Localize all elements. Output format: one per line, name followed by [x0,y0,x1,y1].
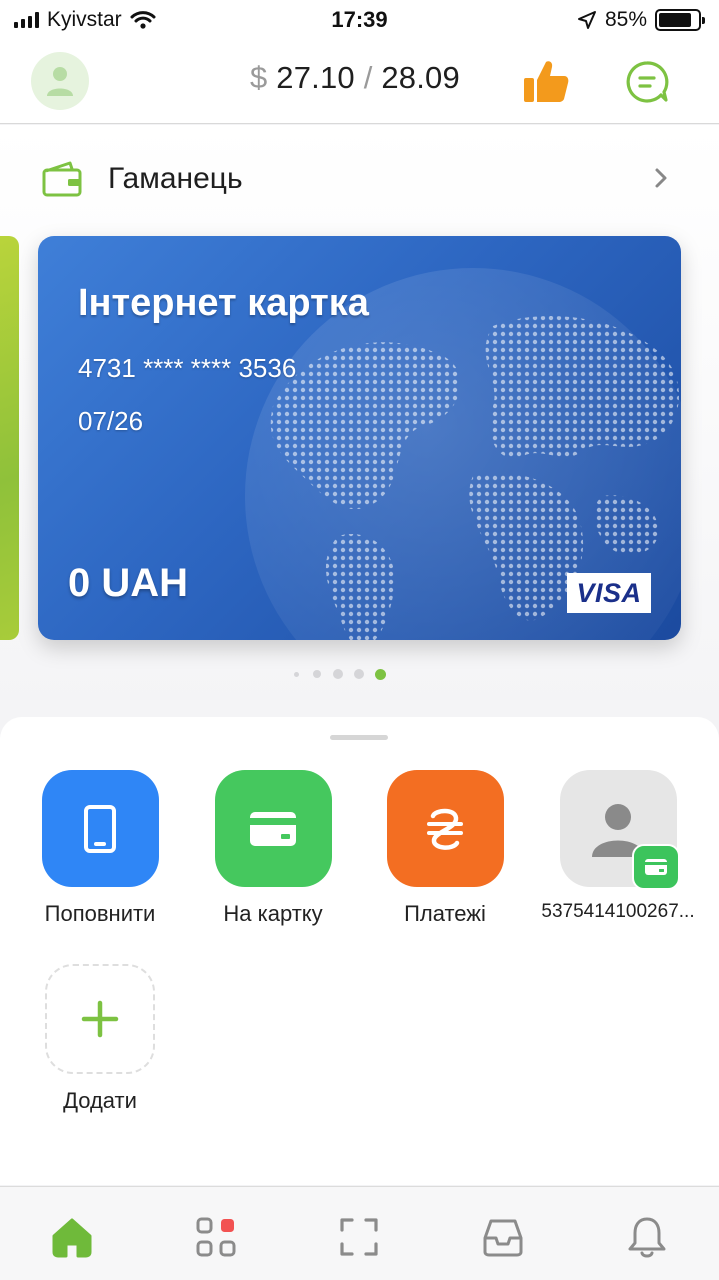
bank-card[interactable]: Інтернет картка 4731 **** **** 3536 07/2… [38,236,681,640]
action-top-up[interactable]: Поповнити [15,770,185,927]
page-dot[interactable] [354,669,364,679]
rate-sell: 28.09 [381,60,460,95]
add-button[interactable] [45,964,155,1074]
tab-services[interactable] [192,1213,240,1261]
phone-icon [84,804,116,853]
wallet-title: Гаманець [108,162,243,195]
chat-icon[interactable] [625,60,669,104]
profile-avatar[interactable] [31,52,89,110]
status-bar: Kyivstar 17:39 85% [0,0,719,40]
card-number: 4731 **** **** 3536 [78,353,297,383]
action-label: Додати [63,1088,137,1113]
visa-logo: VISA [567,573,651,613]
action-add[interactable]: Додати [15,964,185,1114]
card-expiry: 07/26 [78,406,144,436]
action-label: Платежі [404,901,486,926]
tab-inbox[interactable] [479,1213,527,1261]
exchange-rate[interactable]: $ 27.10 / 28.09 [250,60,460,96]
tab-home[interactable] [48,1213,96,1261]
app-header: $ 27.10 / 28.09 [0,40,719,124]
battery-icon [655,9,705,31]
thumbs-up-icon[interactable] [522,58,570,104]
wallet-header[interactable]: Гаманець [42,161,243,197]
saved-card-button[interactable] [559,770,680,890]
status-right: 85% [577,8,705,32]
location-arrow-icon [577,11,596,29]
status-left: Kyivstar [14,8,156,32]
tab-notifications[interactable] [623,1213,671,1261]
payments-button[interactable] [386,770,504,887]
card-icon [250,811,296,846]
inbox-icon [483,1219,523,1257]
card-balance: 0 UAH [68,561,189,605]
quick-actions-panel: Поповнити На картку Платежі 537541410026… [0,717,719,1185]
action-label: Поповнити [44,901,156,926]
action-saved-card[interactable]: 5375414100267... [533,770,703,923]
plus-icon [81,1000,119,1038]
chevron-right-icon[interactable] [654,167,668,189]
page-dot[interactable] [293,671,299,677]
page-dot[interactable] [333,669,343,679]
card-name: Інтернет картка [78,282,369,324]
hryvnia-icon [427,808,463,850]
page-dot-active[interactable] [374,668,386,680]
card-badge-icon [644,859,667,875]
home-icon [52,1218,92,1258]
to-card-button[interactable] [214,770,332,887]
currency-symbol: $ [250,60,268,95]
wifi-icon [130,11,156,29]
battery-level [659,13,692,27]
action-to-card[interactable]: На картку [188,770,358,927]
rate-buy: 27.10 [276,60,355,95]
tab-scan[interactable] [335,1213,383,1261]
page-dot[interactable] [313,670,321,678]
user-icon [47,67,73,96]
previous-card-peek[interactable] [0,236,19,640]
carrier-name: Kyivstar [47,8,122,31]
top-up-button[interactable] [41,770,159,887]
drag-handle[interactable] [330,735,388,740]
card-badge [631,844,680,890]
bell-icon [628,1217,666,1258]
signal-icon [14,12,39,28]
wallet-section: Гаманець Інтернет картка 4731 **** **** … [0,125,719,720]
action-label: 5375414100267... [541,901,695,922]
wallet-icon [42,161,82,197]
tab-bar [0,1186,719,1280]
action-payments[interactable]: Платежі [360,770,530,927]
scan-icon [340,1218,378,1256]
rate-separator: / [363,60,373,95]
action-label: На картку [223,901,323,926]
page-indicator [0,666,719,682]
grid-icon [196,1217,236,1257]
battery-percent: 85% [604,8,647,31]
